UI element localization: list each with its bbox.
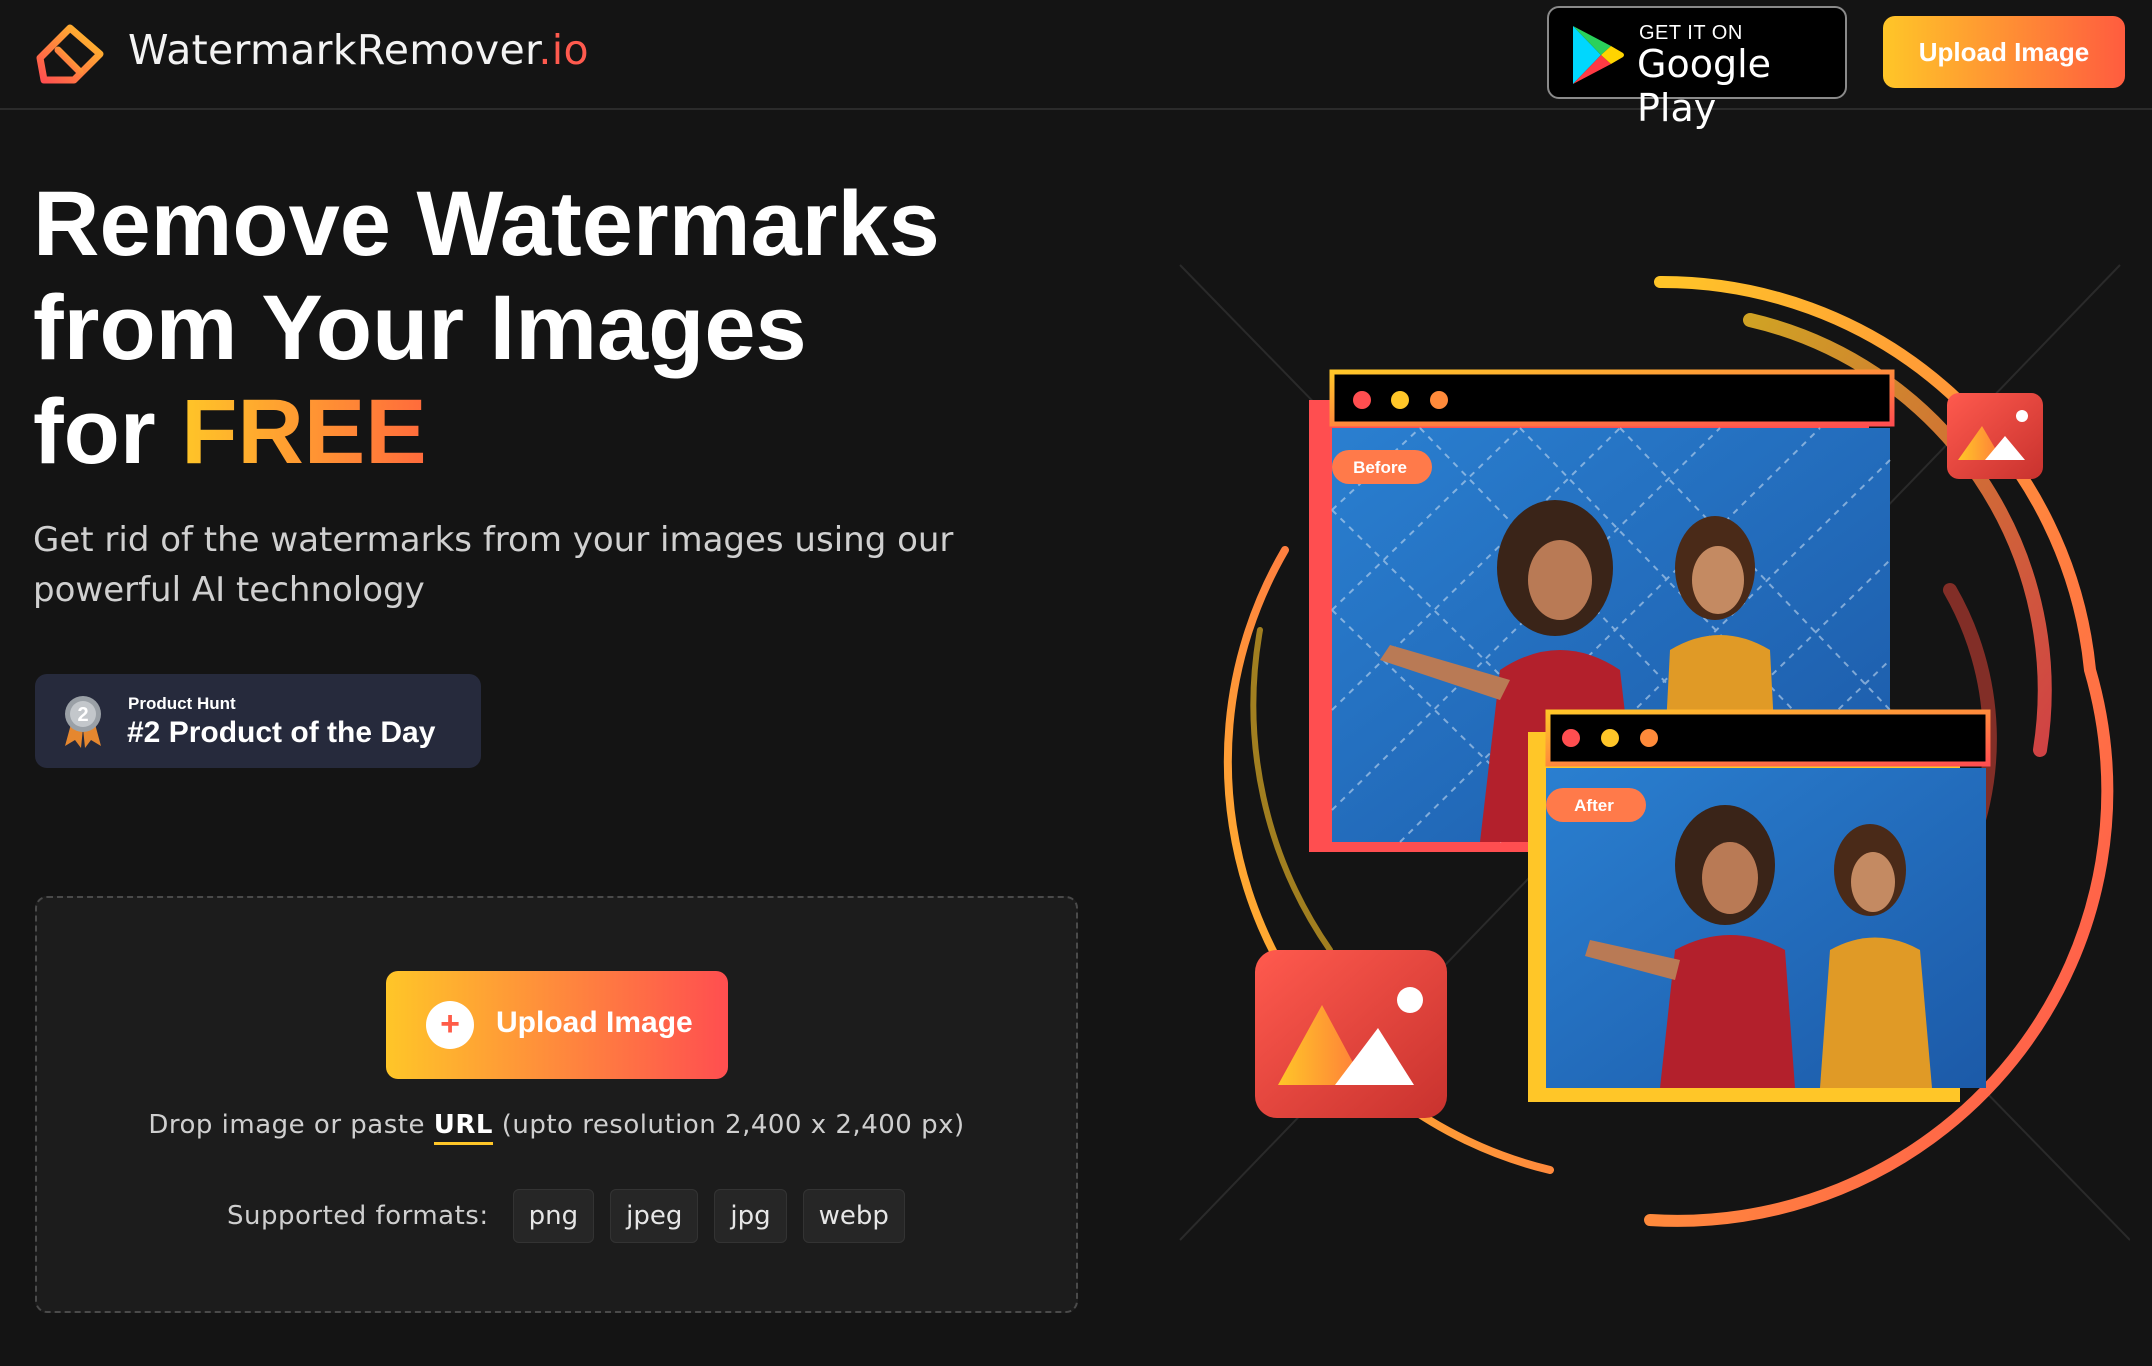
medal-rank: 2 [77,704,88,726]
after-window: After [1528,709,1991,1102]
drop-hint-suffix: (upto resolution 2,400 x 2,400 px) [492,1110,965,1140]
google-play-icon [1573,26,1624,84]
upload-image-button[interactable]: + Upload Image [386,971,728,1079]
headline-line1: Remove Watermarks [33,173,940,275]
drop-hint: Drop image or paste URL (upto resolution… [37,1110,1076,1145]
drop-hint-prefix: Drop image or paste [148,1110,434,1140]
image-icon [1947,393,2043,479]
after-label: After [1574,796,1614,815]
top-navbar: WatermarkRemover.io GET IT ON Google Pla… [0,0,2152,130]
image-dropzone[interactable]: + Upload Image Drop image or paste URL (… [35,896,1078,1313]
image-icon [1255,950,1447,1118]
supported-formats: Supported formats: png jpeg jpg webp [227,1188,905,1244]
formats-label: Supported formats: [227,1201,489,1231]
logo-icon[interactable] [30,16,110,86]
product-hunt-label: Product Hunt [128,694,236,713]
product-hunt-badge[interactable]: 2 Product Hunt #2 Product of the Day [35,674,481,768]
upload-image-label: Upload Image [496,1006,693,1039]
format-chip-jpg: jpg [714,1189,787,1243]
plus-icon: + [426,1001,474,1049]
headline-line3: for [33,381,182,483]
hero-illustration: Before After [1170,250,2130,1250]
google-play-badge[interactable]: GET IT ON Google Play [1547,6,1847,130]
headline-free: FREE [181,381,427,483]
format-chip-jpeg: jpeg [610,1189,699,1243]
hero-subtitle: Get rid of the watermarks from your imag… [33,520,954,610]
headline-line2: from Your Images [33,277,807,379]
before-label: Before [1353,458,1407,477]
format-chip-png: png [512,1189,595,1243]
brand-name[interactable]: WatermarkRemover.io [128,26,589,74]
gplay-store-name: Google Play [1637,42,1772,130]
product-hunt-title: #2 Product of the Day [127,716,436,749]
brand-tld: .io [538,26,589,74]
format-chip-webp: webp [802,1189,905,1243]
medal-icon: 2 [65,696,101,748]
header-upload-button[interactable]: Upload Image [1883,16,2125,88]
page-title: Remove Watermarks from Your Images for F… [33,172,1033,484]
paste-url-link[interactable]: URL [433,1110,493,1145]
